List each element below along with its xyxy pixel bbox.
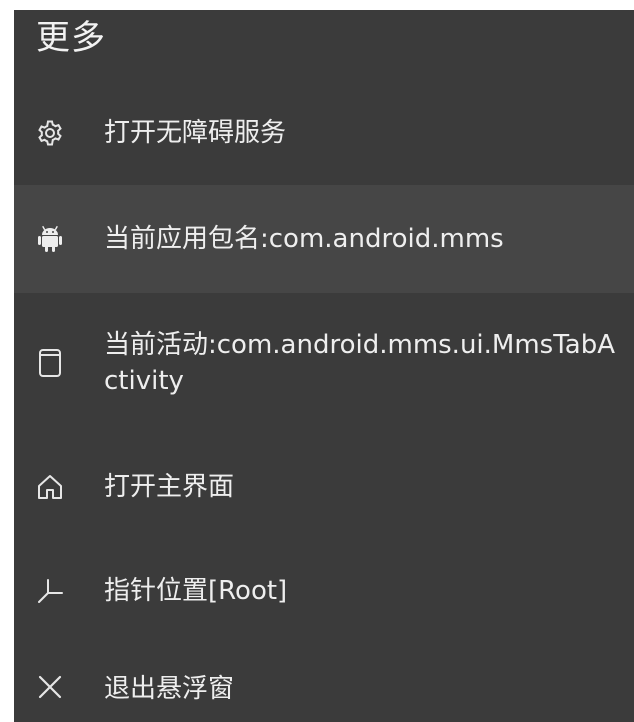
window-icon xyxy=(34,347,66,379)
pointer-location-item[interactable]: 指针位置[Root] xyxy=(14,541,634,641)
exit-floating-window-label: 退出悬浮窗 xyxy=(104,674,235,704)
floating-menu-panel: 更多 打开无障碍服务 当前应用包名:com.android.mms 当前活动:c… xyxy=(14,10,634,722)
android-icon xyxy=(34,223,66,255)
exit-floating-window-item[interactable]: 退出悬浮窗 xyxy=(14,641,634,722)
open-accessibility-service-label: 打开无障碍服务 xyxy=(104,117,287,148)
current-activity-item[interactable]: 当前活动:com.android.mms.ui.MmsTabActivity xyxy=(14,293,634,433)
home-icon xyxy=(34,471,66,503)
pointer-location-label: 指针位置[Root] xyxy=(104,576,288,606)
gear-icon xyxy=(34,117,66,149)
close-icon xyxy=(34,671,66,703)
current-activity-label: 当前活动:com.android.mms.ui.MmsTabActivity xyxy=(104,330,616,396)
pointer-axis-icon xyxy=(34,575,66,607)
open-main-screen-label: 打开主界面 xyxy=(104,472,235,502)
menu-title: 更多 xyxy=(36,17,106,58)
open-accessibility-service-item[interactable]: 打开无障碍服务 xyxy=(14,80,634,185)
open-main-screen-item[interactable]: 打开主界面 xyxy=(14,433,634,541)
current-package-label: 当前应用包名:com.android.mms xyxy=(104,224,504,254)
current-package-item[interactable]: 当前应用包名:com.android.mms xyxy=(14,185,634,293)
